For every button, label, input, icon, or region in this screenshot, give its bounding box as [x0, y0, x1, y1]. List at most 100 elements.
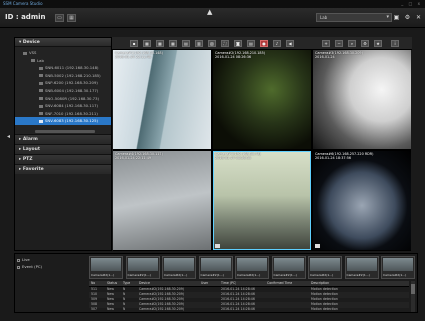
- layout-3x3-icon[interactable]: ▦: [156, 40, 164, 47]
- tree-node[interactable]: SNV-6084 (192.168.30.117): [15, 102, 111, 110]
- thumbnail-image: [310, 258, 340, 271]
- folder-icon: [23, 51, 27, 55]
- scrollbar-thumb[interactable]: [411, 284, 415, 294]
- window-controls[interactable]: _ □ x: [401, 1, 422, 6]
- event-table: No Status Type Device User Time (PC) Confirmed…: [89, 281, 409, 312]
- tree-node[interactable]: SNN-6011 (192.168.30.148): [15, 64, 111, 72]
- device-tree: VSS Lab SNN-6011 (192.168.30.148) SNB-5002 …: [15, 47, 111, 134]
- thumbnail-caption: Camera#2(1...): [164, 273, 188, 277]
- column-header[interactable]: No: [91, 281, 95, 286]
- table-cell: Camera#2(192.168.30.209): [139, 307, 185, 311]
- camera-icon: [39, 81, 43, 85]
- section-layout[interactable]: ▸ Layout: [15, 144, 111, 154]
- fullscreen-icon[interactable]: ⛶: [221, 40, 229, 47]
- thumbnail-image: [91, 258, 121, 271]
- column-header[interactable]: Type: [123, 281, 130, 286]
- layout-2x2-icon[interactable]: ▦: [143, 40, 151, 47]
- panel-toggle-icon[interactable]: ◂: [7, 133, 10, 140]
- table-scrollbar[interactable]: [411, 281, 415, 312]
- event-thumbnail[interactable]: Camera#2(1...): [89, 256, 123, 279]
- layout-1x1-icon[interactable]: ▪: [130, 40, 138, 47]
- record-icon[interactable]: ●: [260, 40, 268, 47]
- tree-node[interactable]: Lab: [15, 57, 111, 65]
- checkbox-icon[interactable]: [17, 265, 20, 269]
- camera-label: Camera#6(192.168.257.220 RDR) 2016-01-24 …: [315, 152, 374, 161]
- snapshot-icon[interactable]: ◙: [234, 40, 242, 47]
- camera-icon: [39, 74, 43, 78]
- sequence-icon[interactable]: ▧: [208, 40, 216, 47]
- column-header[interactable]: User: [201, 281, 208, 286]
- settings-icon[interactable]: ⚙: [403, 13, 412, 22]
- layout-4x4-icon[interactable]: ▦: [169, 40, 177, 47]
- top-bar: ID : admin ▭ ▦ ▲ Lab ▾ ▣ ⚙ ✕: [0, 8, 425, 28]
- column-header[interactable]: Description: [311, 281, 329, 286]
- layout-select[interactable]: Lab ▾: [316, 13, 392, 22]
- panel-empty-area: [15, 174, 111, 250]
- section-alarm[interactable]: ▸ Alarm: [15, 134, 111, 144]
- tree-node[interactable]: SNB-6004 (192.168.30.177): [15, 87, 111, 95]
- device-panel-header[interactable]: ▾ Device: [15, 38, 111, 47]
- event-thumbnails: Camera#2(1...) Camera#2(1...) Camera#2(1..…: [89, 256, 415, 280]
- section-favorite[interactable]: ▸ Favorite: [15, 164, 111, 174]
- event-thumbnail[interactable]: Camera#2(1...): [198, 256, 233, 279]
- camera-view[interactable]: Camera#6(192.168.257.220 RDR) 2016-01-24 …: [313, 151, 411, 250]
- tree-node[interactable]: SNO-5080R (192.168.30.73): [15, 95, 111, 103]
- camera-view[interactable]: Camera#4(192.168.30.117) 2016-01-24 22:11…: [113, 151, 211, 250]
- event-thumbnail[interactable]: Camera#2(1...): [162, 256, 196, 279]
- layout-custom-icon[interactable]: ▤: [182, 40, 190, 47]
- camera-view[interactable]: Camera#5(192.168.30.73) 2016-01-24 08:26:…: [213, 151, 311, 250]
- camera-view[interactable]: Camera#1(192.168.30.148) 2016-01-24 22:11…: [113, 50, 211, 149]
- search-icon[interactable]: ⌕: [348, 40, 356, 47]
- event-thumbnail[interactable]: Camera#2(1...): [344, 256, 379, 279]
- list-item[interactable]: Event (PC): [17, 263, 77, 270]
- close-icon[interactable]: ✕: [414, 13, 423, 22]
- camera-status-icon: [215, 244, 220, 248]
- thumbnail-caption: Camera#2(1...): [383, 273, 407, 277]
- prev-icon[interactable]: ◀: [286, 40, 294, 47]
- tree-node[interactable]: SNB-5002 (192.168.210.185): [15, 72, 111, 80]
- checkbox-icon[interactable]: [17, 258, 20, 262]
- camera-label: Camera#1(192.168.30.148) 2016-01-24 22:11…: [115, 51, 163, 60]
- event-thumbnail[interactable]: Camera#2(1...): [271, 256, 306, 279]
- event-thumbnail[interactable]: Camera#2(1...): [308, 256, 342, 279]
- column-header[interactable]: Status: [107, 281, 117, 286]
- monitor-icon[interactable]: ▭: [55, 14, 64, 22]
- layout-wide-icon[interactable]: ▥: [195, 40, 203, 47]
- user-id-label: ID : admin: [5, 13, 46, 21]
- table-cell: N: [123, 307, 126, 311]
- table-row[interactable]: 507 New N Camera#2(192.168.30.209) 2016-01-2…: [89, 307, 409, 313]
- list-item[interactable]: Live: [17, 256, 77, 263]
- event-panel: Live Event (PC) Camera#2(1...) Camera#2(1…: [14, 253, 418, 313]
- tree-node[interactable]: SNF-7010 (192.168.30.211): [15, 110, 111, 118]
- chevron-down-icon: ▾: [386, 14, 389, 20]
- event-thumbnail[interactable]: Camera#2(1...): [235, 256, 269, 279]
- video-grid: Camera#1(192.168.30.148) 2016-01-24 22:11…: [113, 50, 411, 251]
- grid-icon[interactable]: ▦: [67, 14, 76, 22]
- tree-node[interactable]: VSS: [15, 49, 111, 57]
- column-header[interactable]: Confirmed Time: [267, 281, 292, 286]
- zoom-out-icon[interactable]: −: [335, 40, 343, 47]
- camera-view[interactable]: Camera#2(192.168.210.185) 2016-01-24 08:2…: [213, 50, 311, 149]
- zoom-in-icon[interactable]: +: [322, 40, 330, 47]
- tree-node[interactable]: SNP-6200 (192.168.30.209): [15, 79, 111, 87]
- folder-icon: [31, 59, 35, 63]
- audio-icon[interactable]: ♪: [273, 40, 281, 47]
- camera-view[interactable]: Camera#3(192.168.30.209) 2016-01-24: [313, 50, 411, 149]
- collapse-arrow-icon[interactable]: ▲: [207, 8, 212, 16]
- star-icon[interactable]: ★: [374, 40, 382, 47]
- thumbnail-caption: Camera#2(1...): [200, 273, 224, 277]
- event-thumbnail[interactable]: Camera#2(1...): [381, 256, 415, 279]
- thumbnail-image: [273, 258, 304, 271]
- column-header[interactable]: Device: [139, 281, 150, 286]
- print-icon[interactable]: ▤: [247, 40, 255, 47]
- column-header[interactable]: Time (PC): [221, 281, 236, 286]
- info-icon[interactable]: i: [391, 40, 399, 47]
- window-icon[interactable]: ▣: [392, 13, 401, 22]
- section-ptz[interactable]: ▸ PTZ: [15, 154, 111, 164]
- tree-node[interactable]: SNV-6083 (192.168.30.125): [15, 117, 111, 125]
- thumbnail-image: [237, 258, 267, 271]
- device-panel: ▾ Device VSS Lab SNN-6011 (192.168.30.148)…: [14, 37, 112, 251]
- event-thumbnail[interactable]: Camera#2(1...): [125, 256, 160, 279]
- config-icon[interactable]: ⚙: [361, 40, 369, 47]
- tree-scrollbar[interactable]: [35, 130, 95, 133]
